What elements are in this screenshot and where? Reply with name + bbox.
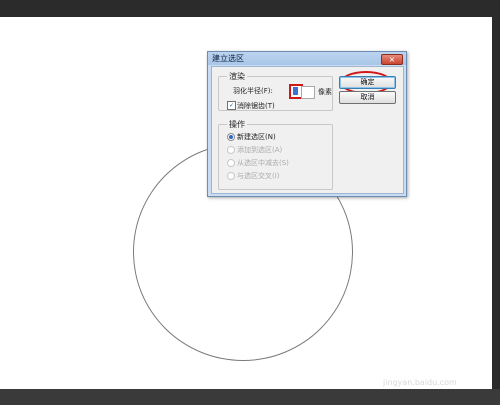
radio-subtract-from-selection-label: 从选区中减去(S) (237, 159, 289, 167)
radio-add-to-selection-label: 添加到选区(A) (237, 146, 283, 154)
feather-radius-label: 羽化半径(F): (233, 87, 273, 95)
text-selection-highlight (293, 87, 298, 95)
render-group-label: 渲染 (227, 71, 247, 82)
dialog-title: 建立选区 (212, 54, 244, 63)
close-icon: × (388, 55, 396, 64)
antialias-label: 消除锯齿(T) (237, 102, 275, 110)
antialias-checkbox[interactable]: ✓ (227, 101, 236, 110)
radio-subtract-from-selection[interactable] (227, 159, 235, 167)
ok-button[interactable]: 确定 (339, 76, 396, 89)
operation-group-label: 操作 (227, 119, 247, 130)
cancel-button[interactable]: 取消 (339, 91, 396, 104)
workspace-edge (492, 17, 500, 389)
operation-group: 操作 新建选区(N) 添加到选区(A) 从选区中减去(S) 与选区交叉(I) (218, 119, 333, 190)
render-group: 渲染 羽化半径(F): 像素 ✓ 消除锯齿(T) (218, 71, 333, 111)
dialog-body: 渲染 羽化半径(F): 像素 ✓ 消除锯齿(T) 操作 新建选区(N) 添加到选… (211, 66, 404, 194)
pixel-unit-label: 像素 (318, 88, 332, 96)
document-canvas[interactable]: 建立选区 × 渲染 羽化半径(F): 像素 ✓ 消除锯齿(T) 操作 新建选区(… (0, 17, 500, 389)
radio-intersect-selection[interactable] (227, 172, 235, 180)
radio-intersect-selection-label: 与选区交叉(I) (237, 172, 280, 180)
watermark-url: jingyan.baidu.com (383, 378, 457, 387)
checkmark-icon: ✓ (228, 102, 235, 109)
feather-radius-field[interactable] (301, 86, 315, 99)
make-selection-dialog: 建立选区 × 渲染 羽化半径(F): 像素 ✓ 消除锯齿(T) 操作 新建选区(… (207, 51, 407, 197)
radio-add-to-selection[interactable] (227, 146, 235, 154)
radio-new-selection-label: 新建选区(N) (237, 133, 276, 141)
bottom-status-bar (0, 389, 500, 405)
radio-new-selection[interactable] (227, 133, 235, 141)
close-button[interactable]: × (381, 54, 403, 65)
dialog-titlebar[interactable]: 建立选区 × (208, 52, 406, 65)
